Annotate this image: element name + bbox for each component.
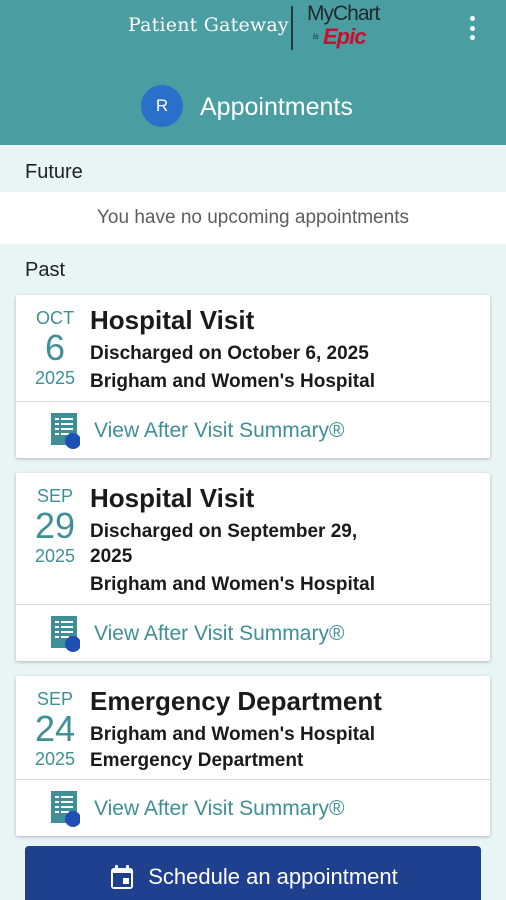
- more-vertical-icon[interactable]: [460, 14, 484, 42]
- document-icon: [51, 413, 80, 449]
- empty-message-text: You have no upcoming appointments: [97, 207, 409, 228]
- no-appointments-message: You have no upcoming appointments: [0, 192, 506, 244]
- visit-year: 2025: [34, 749, 76, 769]
- view-after-visit-summary-link[interactable]: View After Visit Summary®: [50, 612, 470, 656]
- visit-title: Hospital Visit: [90, 305, 255, 335]
- view-after-visit-summary-link[interactable]: View After Visit Summary®: [50, 787, 470, 831]
- mychart-epic-logo: MyChart is Epic: [305, 2, 389, 52]
- brand-divider: [291, 6, 293, 50]
- appointment-card[interactable]: OCT 6 2025 Hospital Visit Discharged on …: [16, 295, 490, 458]
- after-visit-summary-label: View After Visit Summary®: [94, 419, 345, 442]
- document-icon: [51, 616, 80, 652]
- page-title: Appointments: [200, 93, 353, 121]
- card-divider: [16, 604, 490, 605]
- visit-location: Brigham and Women's Hospital: [90, 574, 375, 595]
- schedule-appointment-button[interactable]: Schedule an appointment: [25, 846, 481, 900]
- calendar-icon: [111, 865, 134, 889]
- brand-row: Patient Gateway MyChart is Epic: [0, 0, 506, 58]
- visit-year: 2025: [34, 546, 76, 566]
- card-divider: [16, 779, 490, 780]
- visit-date: OCT 6 2025: [16, 307, 94, 389]
- visit-date: SEP 24 2025: [16, 688, 94, 770]
- visit-title: Hospital Visit: [90, 483, 255, 513]
- visit-month: SEP: [36, 486, 74, 506]
- visit-year: 2025: [34, 368, 76, 388]
- future-section-label: Future: [25, 161, 83, 183]
- visit-day: 24: [34, 708, 76, 749]
- logo-is-text: is: [313, 32, 319, 41]
- visit-day: 6: [44, 327, 66, 368]
- visit-date: SEP 29 2025: [16, 485, 94, 567]
- appointment-card[interactable]: SEP 24 2025 Emergency Department Brigham…: [16, 676, 490, 836]
- brand-name: Patient Gateway: [128, 14, 289, 36]
- visit-location: Brigham and Women's Hospital: [90, 724, 375, 745]
- schedule-button-label: Schedule an appointment: [148, 864, 398, 889]
- view-after-visit-summary-link[interactable]: View After Visit Summary®: [50, 409, 470, 453]
- appointment-card[interactable]: SEP 29 2025 Hospital Visit Discharged on…: [16, 473, 490, 661]
- logo-mychart-text: MyChart: [307, 2, 380, 25]
- past-section-label: Past: [25, 259, 66, 281]
- visit-month: OCT: [36, 308, 74, 328]
- after-visit-summary-label: View After Visit Summary®: [94, 797, 345, 820]
- visit-title: Emergency Department: [90, 686, 382, 716]
- visit-department: Emergency Department: [90, 750, 304, 771]
- app-header: Patient Gateway MyChart is Epic R Appoin…: [0, 0, 506, 145]
- card-divider: [16, 401, 490, 402]
- visit-discharge-date: Discharged on September 29, 2025: [90, 521, 358, 567]
- after-visit-summary-label: View After Visit Summary®: [94, 622, 345, 645]
- logo-epic-text: Epic: [323, 24, 366, 49]
- visit-discharge-date: Discharged on October 6, 2025: [90, 343, 369, 364]
- visit-month: SEP: [36, 689, 74, 709]
- document-icon: [51, 791, 80, 827]
- visit-day: 29: [34, 505, 76, 546]
- visit-location: Brigham and Women's Hospital: [90, 371, 375, 392]
- avatar[interactable]: R: [141, 85, 183, 127]
